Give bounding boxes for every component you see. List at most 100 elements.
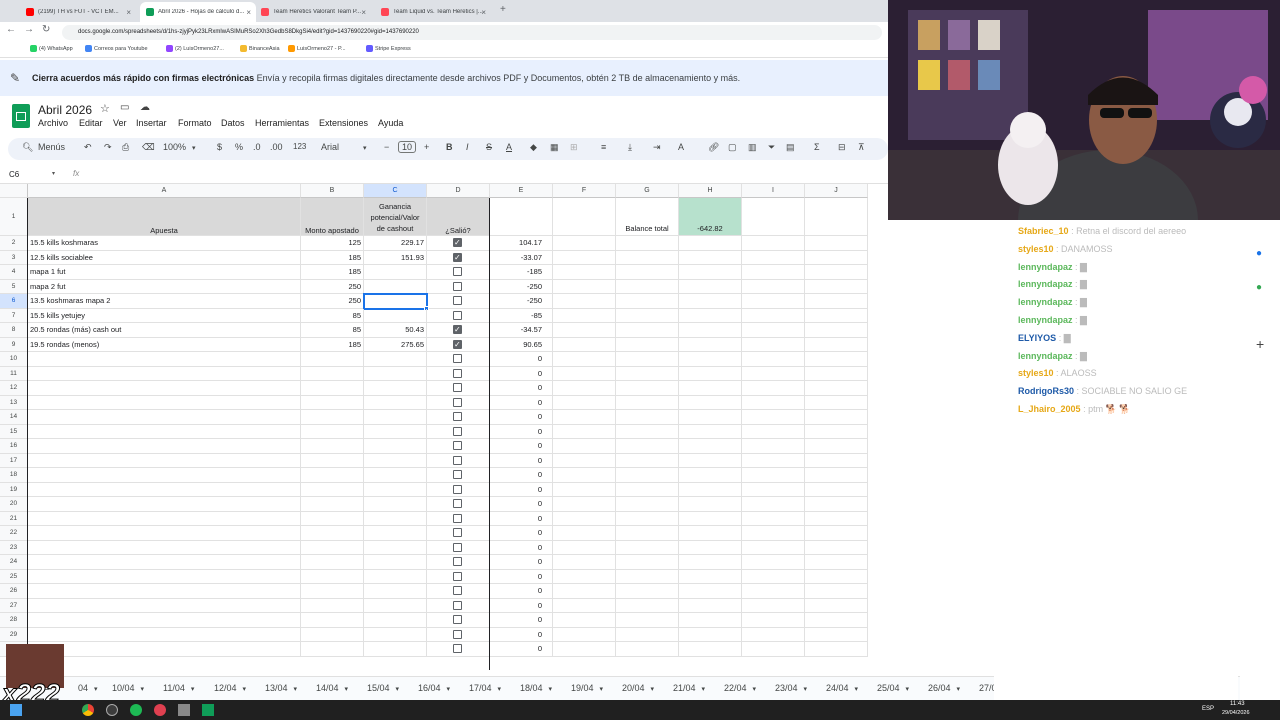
cell[interactable]	[616, 526, 679, 541]
row-header[interactable]: 8	[0, 323, 28, 338]
checkbox-unchecked[interactable]	[453, 542, 462, 552]
cell-monto[interactable]	[301, 468, 364, 483]
cell-monto[interactable]	[301, 424, 364, 439]
cell[interactable]	[679, 482, 742, 497]
cell-ganancia[interactable]	[364, 540, 427, 555]
cell-result[interactable]: -33.07	[490, 250, 553, 265]
cell-result[interactable]: 0	[490, 569, 553, 584]
column-header-e[interactable]: E	[490, 184, 553, 198]
filter-icon[interactable]: ⏷	[768, 142, 775, 153]
cell-salio[interactable]	[427, 598, 490, 613]
sheets-taskbar-icon[interactable]	[202, 704, 214, 716]
cell-salio[interactable]	[427, 627, 490, 642]
cell[interactable]	[616, 294, 679, 309]
checkbox-unchecked[interactable]	[453, 571, 462, 581]
language-indicator[interactable]: ESP	[1202, 706, 1214, 712]
cell[interactable]	[553, 294, 616, 309]
chevron-down-icon[interactable]: ▾	[549, 686, 553, 693]
cell[interactable]	[616, 627, 679, 642]
cell[interactable]	[742, 366, 805, 381]
cell[interactable]	[616, 613, 679, 628]
balance-label[interactable]: Balance total	[616, 198, 679, 236]
cell-monto[interactable]: 185	[301, 250, 364, 265]
cell[interactable]	[805, 250, 868, 265]
cell[interactable]	[616, 468, 679, 483]
row-header[interactable]: 20	[0, 497, 28, 512]
cell[interactable]	[553, 323, 616, 338]
cell[interactable]	[490, 198, 553, 236]
row-header[interactable]: 27	[0, 598, 28, 613]
chrome-icon[interactable]	[82, 704, 94, 716]
italic-button[interactable]: I	[466, 142, 469, 152]
chevron-down-icon[interactable]: ▾	[753, 686, 757, 693]
cell[interactable]	[805, 424, 868, 439]
chevron-down-icon[interactable]: ▾	[294, 686, 298, 693]
cell-monto[interactable]	[301, 569, 364, 584]
cell[interactable]	[805, 236, 868, 251]
menu-item[interactable]: Datos	[221, 118, 245, 128]
cell[interactable]	[742, 613, 805, 628]
browser-tab[interactable]: Team Liquid vs. Team Heretics |... ×	[375, 2, 491, 22]
cell[interactable]	[742, 598, 805, 613]
cell[interactable]	[553, 366, 616, 381]
cloud-status-icon[interactable]: ☁	[140, 102, 150, 113]
cell[interactable]	[553, 250, 616, 265]
header-monto-apostado[interactable]: Monto apostado	[301, 198, 364, 236]
checkbox-unchecked[interactable]	[453, 383, 462, 392]
row-header[interactable]: 2	[0, 236, 28, 251]
row-header[interactable]: 3	[0, 250, 28, 265]
cell-ganancia[interactable]	[364, 584, 427, 599]
cell-monto[interactable]	[301, 598, 364, 613]
chat-username[interactable]: lennyndapaz	[1018, 297, 1073, 307]
percent-button[interactable]: %	[235, 142, 243, 152]
cell[interactable]	[679, 555, 742, 570]
column-header-a[interactable]: A	[28, 184, 301, 198]
chevron-down-icon[interactable]: ▾	[191, 686, 195, 693]
cell-apuesta[interactable]	[28, 439, 301, 454]
cell-salio[interactable]	[427, 584, 490, 599]
cell-salio[interactable]	[427, 236, 490, 251]
borders-icon[interactable]: ▦	[550, 142, 559, 153]
row-header[interactable]: 11	[0, 366, 28, 381]
cell-salio[interactable]	[427, 555, 490, 570]
cell[interactable]	[742, 627, 805, 642]
cell-monto[interactable]: 185	[301, 337, 364, 352]
column-header-h[interactable]: H	[679, 184, 742, 198]
checkbox-unchecked[interactable]	[453, 513, 462, 523]
cell[interactable]	[679, 395, 742, 410]
cell[interactable]	[805, 613, 868, 628]
cell-apuesta[interactable]	[28, 555, 301, 570]
cell-ganancia[interactable]	[364, 642, 427, 657]
row-header[interactable]: 23	[0, 540, 28, 555]
row-header[interactable]: 26	[0, 584, 28, 599]
cell-monto[interactable]	[301, 511, 364, 526]
cell-ganancia[interactable]	[364, 366, 427, 381]
cell-salio[interactable]	[427, 323, 490, 338]
cell[interactable]	[616, 279, 679, 294]
cell-apuesta[interactable]	[28, 511, 301, 526]
close-icon[interactable]: ×	[126, 8, 131, 17]
cell[interactable]	[679, 424, 742, 439]
cell-salio[interactable]	[427, 424, 490, 439]
bookmark-item[interactable]: (4) WhatsApp	[30, 45, 73, 52]
checkbox-checked[interactable]	[453, 251, 462, 264]
menu-item[interactable]: Extensiones	[319, 118, 368, 128]
cell[interactable]	[553, 555, 616, 570]
star-icon[interactable]: ☆	[100, 102, 110, 115]
print-icon[interactable]: ⎙	[122, 142, 129, 153]
chevron-down-icon[interactable]: ▾	[94, 686, 98, 693]
cell[interactable]	[805, 540, 868, 555]
cell[interactable]	[553, 337, 616, 352]
cell[interactable]	[679, 381, 742, 396]
cell[interactable]	[742, 381, 805, 396]
cell[interactable]	[742, 569, 805, 584]
select-all-corner[interactable]	[0, 184, 28, 198]
cell[interactable]	[805, 308, 868, 323]
cell[interactable]	[616, 308, 679, 323]
cell[interactable]	[679, 627, 742, 642]
cell-result[interactable]: 0	[490, 540, 553, 555]
sheet-tab[interactable]: 26/04 ▾	[928, 683, 960, 693]
cell-monto[interactable]	[301, 439, 364, 454]
cell-monto[interactable]: 250	[301, 294, 364, 309]
browser-tab[interactable]: Abril 2026 - Hojas de cálculo d... ×	[140, 2, 256, 22]
